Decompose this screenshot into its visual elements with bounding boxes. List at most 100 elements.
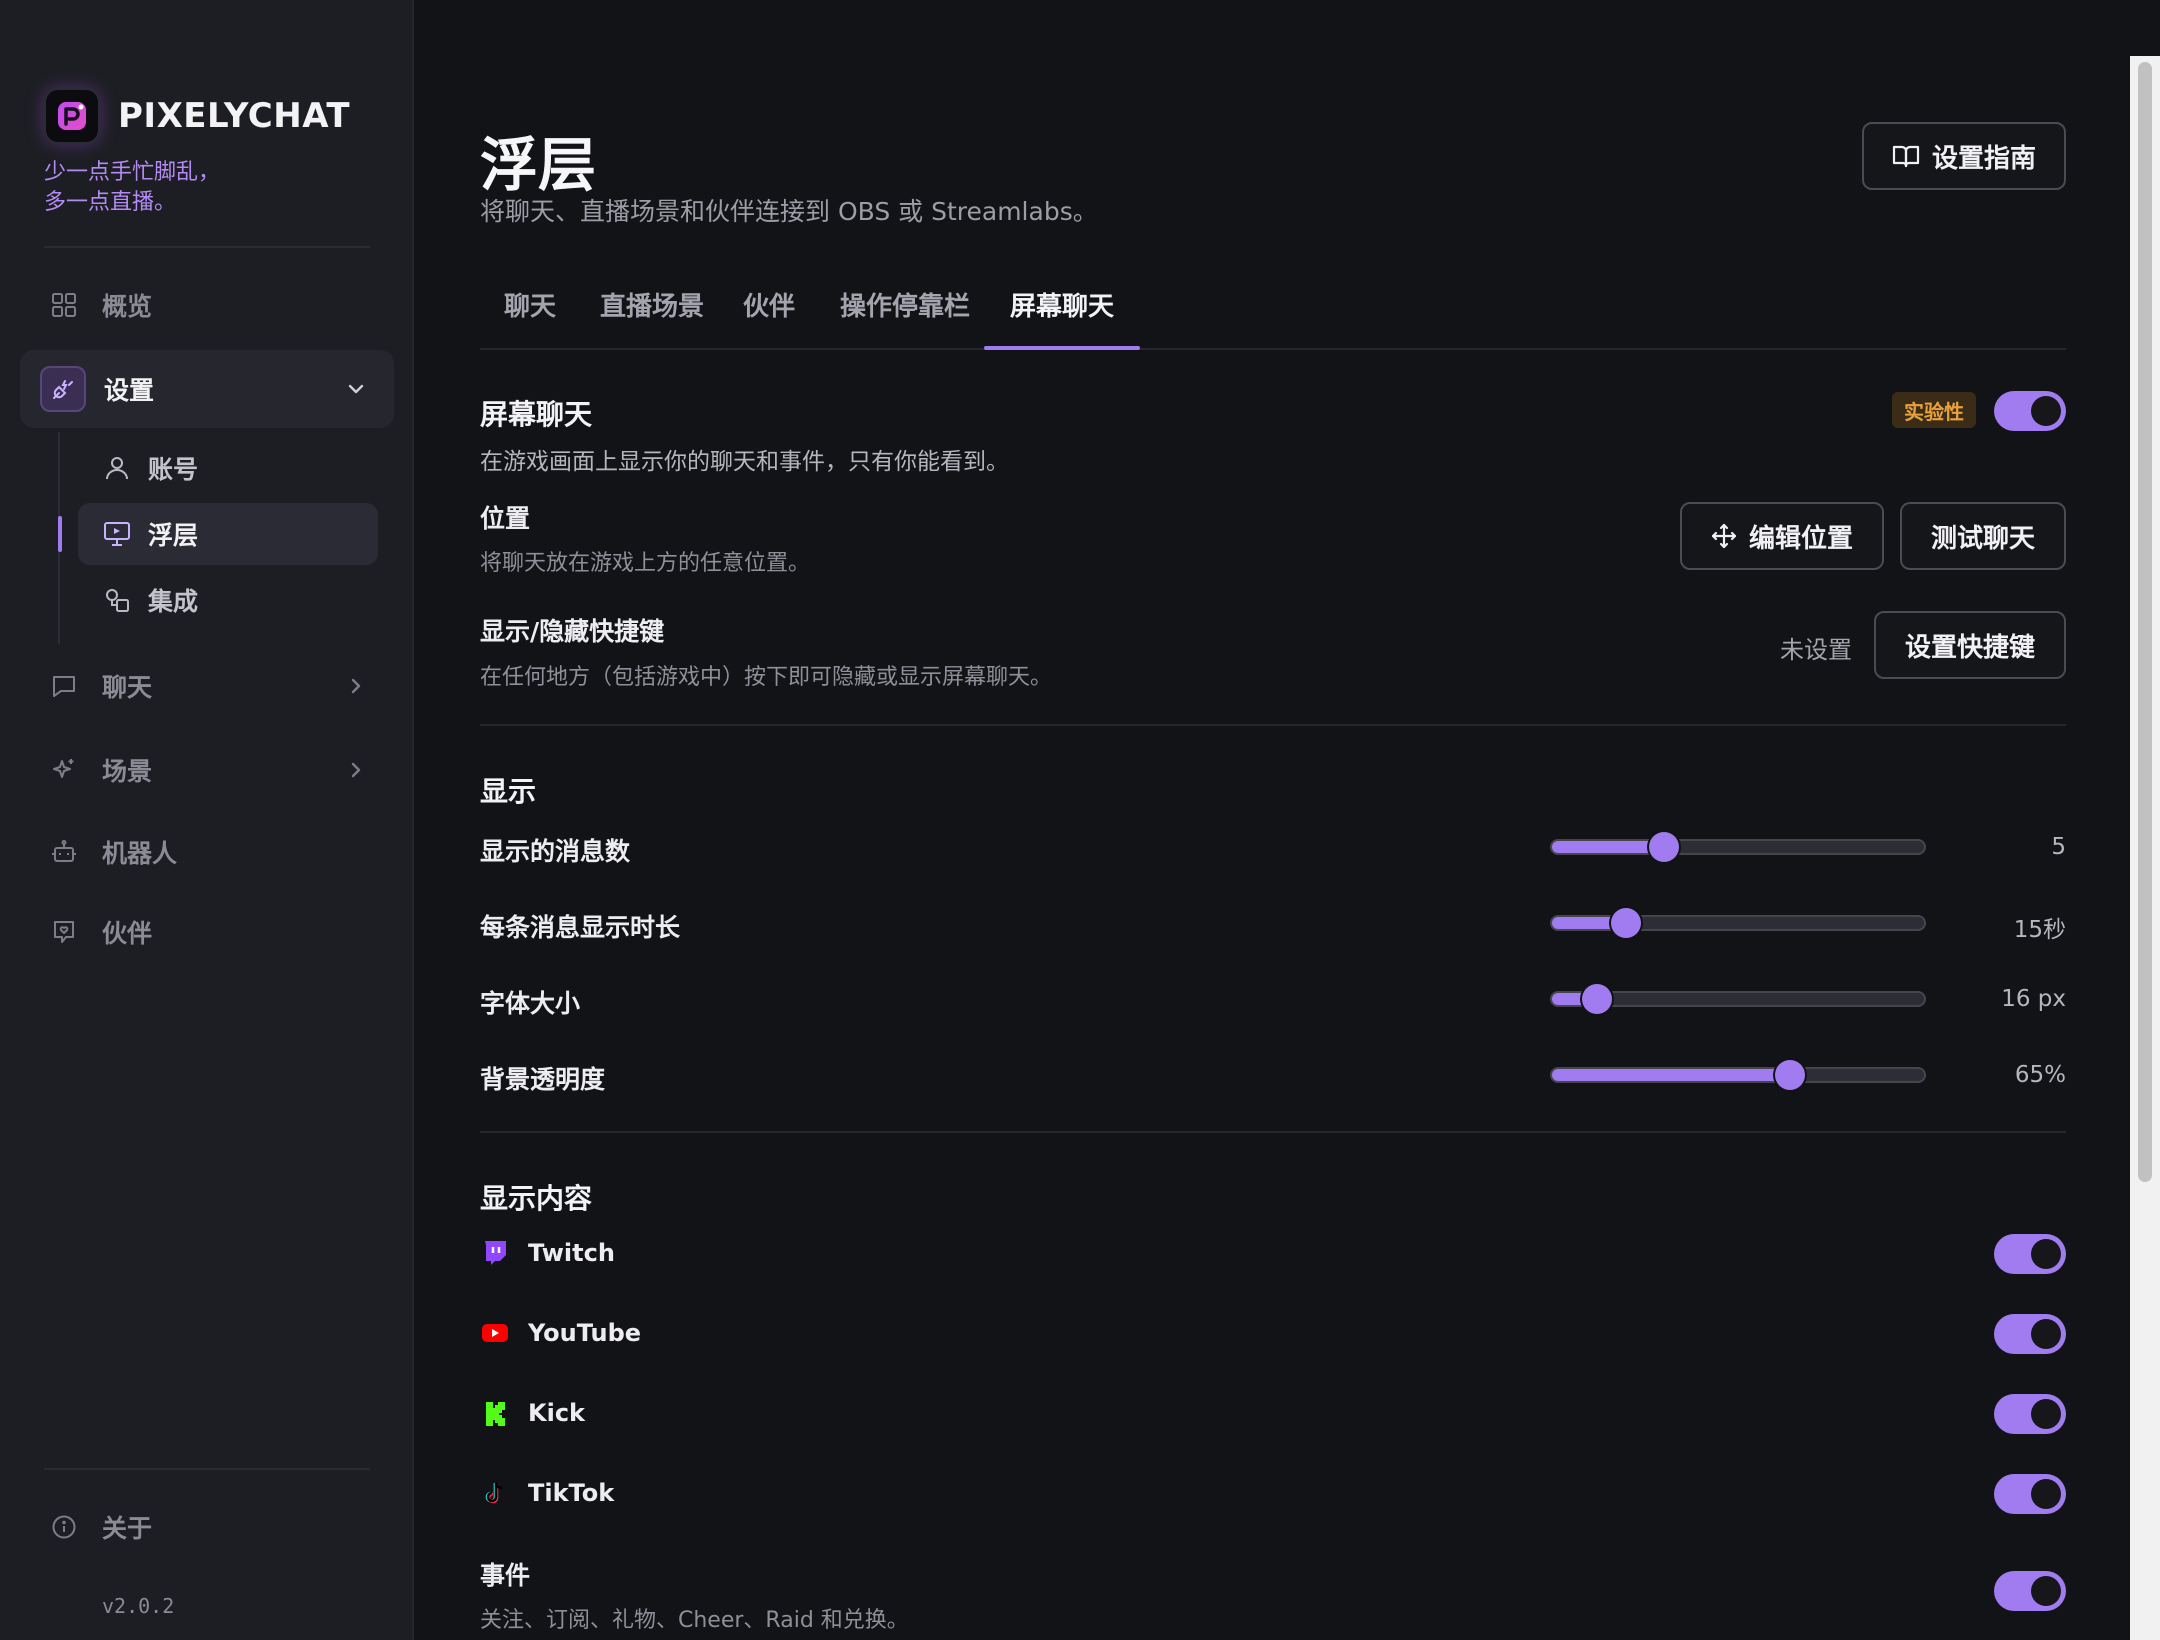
twitch-toggle[interactable] — [1994, 1234, 2066, 1274]
font-size-value: 16 px — [2001, 986, 2066, 1012]
tab-screen-chat[interactable]: 屏幕聊天 — [984, 286, 1140, 350]
sidebar-divider-top — [44, 246, 370, 248]
sidebar-item-partners[interactable]: 伙伴 — [20, 893, 394, 971]
section-divider-2 — [480, 1131, 2066, 1133]
page-title: 浮层 — [480, 131, 597, 199]
slider-label-bg-opacity: 背景透明度 — [480, 1065, 606, 1094]
sidebar-item-label: 聊天 — [102, 673, 153, 702]
toggle-knob — [2031, 1239, 2061, 1269]
sidebar-item-label: 机器人 — [102, 839, 178, 868]
kick-toggle[interactable] — [1994, 1394, 2066, 1434]
slider-label-message-count: 显示的消息数 — [480, 837, 631, 866]
slider-label-font-size: 字体大小 — [480, 989, 581, 1018]
sidebar-subitem-label: 浮层 — [148, 521, 199, 550]
display-title: 显示 — [480, 775, 537, 808]
slider-fill — [1552, 1069, 1791, 1081]
page-subtitle: 将聊天、直播场景和伙伴连接到 OBS 或 Streamlabs。 — [480, 197, 1098, 226]
events-toggle[interactable] — [1994, 1571, 2066, 1611]
main-content: 浮层 将聊天、直播场景和伙伴连接到 OBS 或 Streamlabs。 设置指南… — [414, 0, 2130, 1640]
sidebar-item-chat[interactable]: 聊天 — [20, 647, 394, 725]
edit-position-button[interactable]: 编辑位置 — [1680, 502, 1884, 570]
slider-thumb[interactable] — [1611, 908, 1642, 938]
platform-row-twitch: Twitch — [480, 1238, 615, 1268]
tab-action-dock[interactable]: 操作停靠栏 — [828, 286, 982, 348]
font-size-slider[interactable] — [1550, 984, 1926, 1014]
platform-row-kick: Kick — [480, 1398, 585, 1428]
duration-slider[interactable] — [1550, 908, 1926, 938]
scrollbar-thumb[interactable] — [2138, 62, 2152, 1182]
bot-icon — [48, 836, 80, 868]
platform-row-tiktok: TikTok — [480, 1478, 614, 1508]
hotkey-description: 在任何地方（包括游戏中）按下即可隐藏或显示屏幕聊天。 — [480, 665, 1053, 690]
sidebar-subitem-label: 账号 — [148, 455, 199, 484]
toggle-knob — [2031, 396, 2061, 426]
message-count-slider[interactable] — [1550, 832, 1926, 862]
message-count-value: 5 — [2051, 834, 2066, 860]
sidebar-subitem-label: 集成 — [148, 587, 199, 616]
youtube-toggle[interactable] — [1994, 1314, 2066, 1354]
tab-bar: 聊天 直播场景 伙伴 操作停靠栏 屏幕聊天 — [480, 286, 2066, 350]
app-version: v2.0.2 — [102, 1594, 175, 1618]
bg-opacity-value: 65% — [2014, 1062, 2066, 1088]
sidebar-subitem-overlay[interactable]: 浮层 — [78, 503, 378, 565]
position-title: 位置 — [480, 504, 531, 533]
tab-chat[interactable]: 聊天 — [480, 286, 580, 348]
user-icon — [102, 453, 132, 483]
brand: PIXELYCHAT — [44, 88, 350, 144]
duration-value: 15秒 — [2013, 917, 2066, 943]
platform-label: Twitch — [528, 1239, 615, 1267]
monitor-play-icon — [102, 519, 132, 549]
setup-guide-label: 设置指南 — [1931, 143, 2036, 174]
platform-label: Kick — [528, 1399, 586, 1427]
sidebar-item-settings[interactable]: 设置 — [20, 350, 394, 428]
sidebar-item-label: 场景 — [102, 757, 153, 786]
platform-label: TikTok — [528, 1479, 615, 1507]
sidebar-divider-bottom — [44, 1468, 370, 1470]
events-description: 关注、订阅、礼物、Cheer、Raid 和兑换。 — [480, 1608, 909, 1633]
youtube-icon — [480, 1318, 510, 1348]
slider-thumb[interactable] — [1775, 1060, 1806, 1090]
tagline: 少一点手忙脚乱， 多一点直播。 — [44, 158, 220, 218]
set-hotkey-button[interactable]: 设置快捷键 — [1874, 611, 2066, 679]
setup-guide-button[interactable]: 设置指南 — [1862, 122, 2066, 190]
tagline-line-2: 多一点直播。 — [44, 190, 177, 215]
slider-thumb[interactable] — [1648, 832, 1679, 862]
sidebar-subitem-integrations[interactable]: 集成 — [78, 569, 378, 631]
message-square-icon — [48, 670, 80, 702]
submenu-active-indicator — [58, 516, 62, 552]
sidebar-item-label: 设置 — [104, 376, 155, 405]
toggle-knob — [2031, 1319, 2061, 1349]
tab-partners[interactable]: 伙伴 — [728, 286, 810, 348]
sidebar-item-bots[interactable]: 机器人 — [20, 813, 394, 891]
app-window: PIXELYCHAT 少一点手忙脚乱， 多一点直播。 概览 设置 账号 浮层 集… — [0, 0, 2160, 1640]
tab-live-scenes[interactable]: 直播场景 — [586, 286, 718, 348]
events-title: 事件 — [480, 1561, 531, 1590]
sidebar-item-label: 伙伴 — [102, 919, 153, 948]
section-divider-1 — [480, 724, 2066, 726]
tiktok-toggle[interactable] — [1994, 1474, 2066, 1514]
sidebar-item-about[interactable]: 关于 — [20, 1488, 394, 1566]
info-icon — [48, 1511, 80, 1543]
grid-icon — [48, 289, 80, 321]
bg-opacity-slider[interactable] — [1550, 1060, 1926, 1090]
twitch-icon — [480, 1238, 510, 1268]
plug-icon — [40, 366, 86, 412]
sidebar-item-label: 关于 — [102, 1514, 153, 1543]
slider-label-duration: 每条消息显示时长 — [480, 913, 681, 942]
hotkey-title: 显示/隐藏快捷键 — [480, 617, 665, 646]
chevron-right-icon — [344, 758, 368, 782]
toggle-knob — [2031, 1399, 2061, 1429]
brand-name: PIXELYCHAT — [118, 96, 351, 136]
screen-chat-title: 屏幕聊天 — [480, 398, 593, 431]
position-description: 将聊天放在游戏上方的任意位置。 — [480, 551, 811, 576]
screen-chat-toggle[interactable] — [1994, 391, 2066, 431]
test-chat-button[interactable]: 测试聊天 — [1900, 502, 2066, 570]
vertical-scrollbar[interactable] — [2130, 56, 2160, 1640]
sidebar-subitem-account[interactable]: 账号 — [78, 437, 378, 499]
sidebar-item-scenes[interactable]: 场景 — [20, 731, 394, 809]
tagline-line-1: 少一点手忙脚乱， — [44, 160, 221, 185]
sidebar-item-overview[interactable]: 概览 — [20, 266, 394, 344]
toggle-knob — [2031, 1576, 2061, 1606]
book-open-icon — [1892, 145, 1920, 168]
slider-thumb[interactable] — [1581, 984, 1612, 1014]
